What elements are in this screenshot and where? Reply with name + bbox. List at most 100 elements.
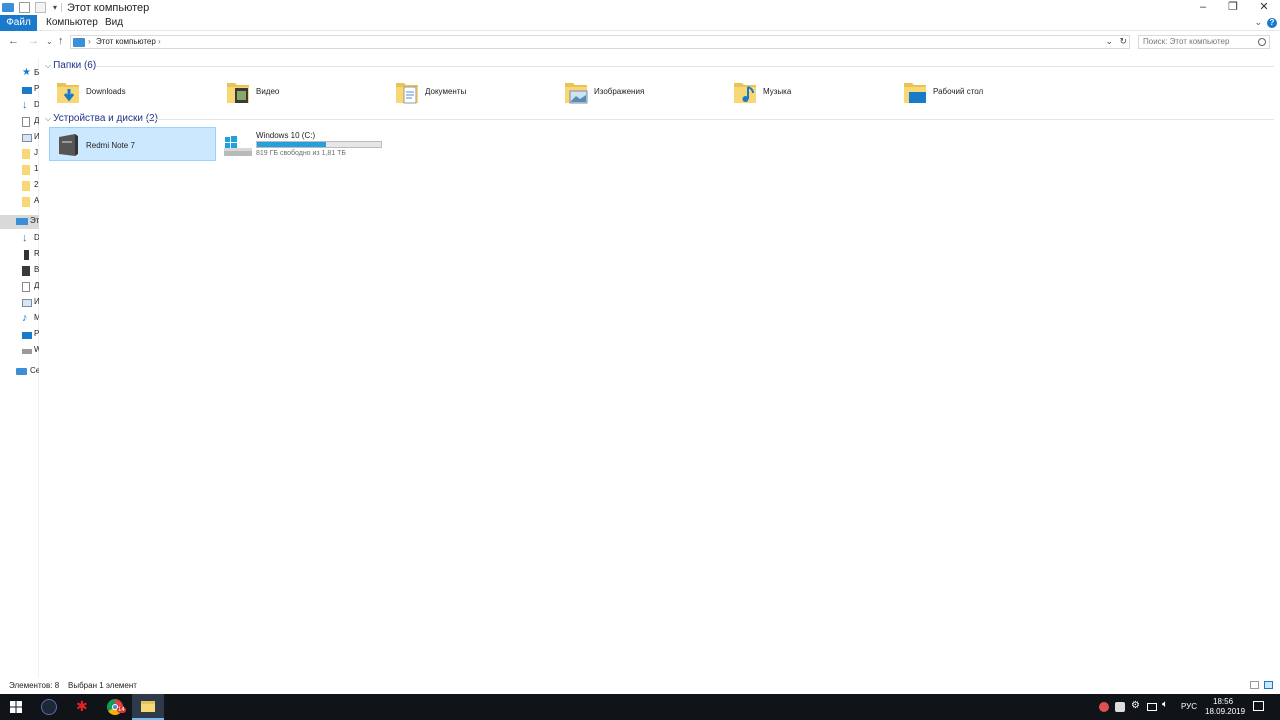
back-arrow-icon[interactable]: ← bbox=[8, 35, 19, 47]
desktop-icon bbox=[22, 87, 32, 94]
divider bbox=[96, 66, 1274, 67]
nav-item-pictures[interactable]: Изображения bbox=[0, 296, 39, 310]
volume-icon[interactable]: 🔈︎ bbox=[1162, 699, 1168, 710]
chevron-down-icon[interactable]: ⌵ bbox=[45, 61, 51, 70]
action-center-icon[interactable] bbox=[1253, 701, 1264, 711]
forward-arrow-icon[interactable]: → bbox=[28, 35, 39, 47]
nav-item-desktop[interactable]: Рабочий стол bbox=[0, 83, 39, 97]
app-red-icon: ✱ bbox=[76, 698, 88, 714]
start-button[interactable] bbox=[0, 694, 32, 720]
nav-item-redmi[interactable]: Redmi Note 7 bbox=[0, 248, 39, 262]
drive-usage-fill bbox=[257, 142, 327, 147]
close-button[interactable]: ✕ bbox=[1249, 0, 1279, 15]
start-icon bbox=[10, 701, 22, 713]
quick-access-toolbar: ▾ bbox=[2, 1, 57, 14]
tray-shield-icon[interactable] bbox=[1115, 702, 1125, 712]
nav-item-downloads[interactable]: ↓ Downloads bbox=[0, 99, 39, 113]
nav-item-documents[interactable]: Документы bbox=[0, 280, 39, 294]
video-folder-icon bbox=[227, 83, 249, 103]
desktop-folder-icon bbox=[904, 83, 926, 103]
tab-view[interactable]: Вид bbox=[105, 15, 123, 31]
image-icon bbox=[22, 134, 32, 142]
nav-item-video[interactable]: Видео bbox=[0, 264, 39, 278]
address-bar[interactable]: › Этот компьютер › ⌄ ↻ bbox=[70, 35, 1130, 49]
nav-item-network[interactable]: Сеть bbox=[0, 365, 39, 379]
pc-icon bbox=[2, 3, 14, 12]
folder-documents[interactable]: Документы bbox=[389, 77, 554, 107]
image-icon bbox=[22, 299, 32, 307]
title-bar: ▾ Этот компьютер – ❐ ✕ bbox=[0, 0, 1280, 15]
document-icon bbox=[22, 282, 30, 292]
group-header-devices[interactable]: ⌵ Устройства и диски (2) bbox=[45, 113, 158, 124]
address-dropdown-icon[interactable]: ⌄ bbox=[1105, 36, 1113, 47]
taskbar-app[interactable]: ✱ bbox=[66, 694, 98, 720]
new-folder-icon[interactable] bbox=[35, 2, 46, 13]
nav-item-desktop[interactable]: Рабочий стол bbox=[0, 328, 39, 342]
expand-ribbon-icon[interactable]: ⌄ bbox=[1254, 17, 1262, 28]
nav-item-downloads[interactable]: ↓ Downloads bbox=[0, 232, 39, 246]
steam-icon bbox=[41, 699, 57, 715]
documents-folder-icon bbox=[396, 83, 418, 104]
star-icon: ★ bbox=[22, 67, 31, 78]
breadcrumb-item[interactable]: Этот компьютер bbox=[96, 36, 156, 48]
taskbar-chrome[interactable]: 14 bbox=[99, 694, 131, 720]
folder-icon bbox=[22, 197, 30, 207]
clock-time[interactable]: 18:56 bbox=[1213, 697, 1233, 706]
help-icon[interactable]: ? bbox=[1267, 18, 1277, 28]
group-header-folders[interactable]: ⌵ Папки (6) bbox=[45, 60, 96, 71]
folder-desktop[interactable]: Рабочий стол bbox=[897, 77, 1062, 107]
drive-usage-bar bbox=[256, 141, 382, 148]
nav-item-documents[interactable]: Документы bbox=[0, 115, 39, 129]
phone-device-icon bbox=[59, 134, 78, 156]
folder-downloads[interactable]: Downloads bbox=[50, 77, 215, 107]
network-icon[interactable] bbox=[1147, 703, 1157, 711]
tab-computer[interactable]: Компьютер bbox=[46, 15, 98, 31]
tray-app-icon[interactable] bbox=[1099, 702, 1109, 712]
nav-item-pictures[interactable]: Изображения bbox=[0, 131, 39, 145]
chevron-down-icon[interactable]: ⌵ bbox=[45, 114, 51, 123]
breadcrumb-separator[interactable]: › bbox=[88, 36, 91, 48]
properties-icon[interactable] bbox=[19, 2, 30, 13]
drive-icon bbox=[22, 349, 32, 354]
downloads-folder-icon bbox=[57, 83, 79, 103]
window-title: Этот компьютер bbox=[67, 2, 150, 14]
nav-item-folder[interactable]: J bbox=[0, 147, 39, 161]
taskbar: ✱ 14 ⚙ 🔈︎ РУС 18:56 18.09.2019 bbox=[0, 694, 1280, 720]
breadcrumb-separator[interactable]: › bbox=[158, 36, 161, 48]
divider bbox=[146, 119, 1274, 120]
restore-button[interactable]: ❐ bbox=[1218, 0, 1248, 15]
recent-locations-chevron-icon[interactable]: ⌄ bbox=[46, 37, 53, 46]
phone-icon bbox=[24, 250, 29, 260]
folder-music[interactable]: Музыка bbox=[727, 77, 892, 107]
nav-item-this-pc[interactable]: Этот компьютер bbox=[0, 215, 39, 229]
chevron-down-icon[interactable]: ▾ bbox=[53, 3, 57, 12]
network-icon bbox=[16, 368, 27, 375]
folder-pictures[interactable]: Изображения bbox=[558, 77, 723, 107]
language-indicator[interactable]: РУС bbox=[1181, 702, 1197, 711]
taskbar-file-explorer[interactable] bbox=[132, 694, 164, 720]
status-bar: Элементов: 8 Выбран 1 элемент bbox=[0, 678, 1280, 693]
minimize-button[interactable]: – bbox=[1188, 0, 1218, 15]
tab-file[interactable]: Файл bbox=[0, 15, 37, 31]
tray-steam-icon[interactable]: ⚙ bbox=[1131, 700, 1140, 711]
folder-video[interactable]: Видео bbox=[220, 77, 385, 107]
folder-icon bbox=[22, 149, 30, 159]
large-icons-view-icon[interactable] bbox=[1264, 681, 1273, 689]
nav-item-folder[interactable]: 1 bbox=[0, 163, 39, 177]
nav-item-music[interactable]: ♪ Музыка bbox=[0, 312, 39, 326]
nav-item-folder[interactable]: A bbox=[0, 195, 39, 209]
nav-item-quick-access[interactable]: ★ Быстрый доступ bbox=[0, 67, 39, 81]
nav-item-drive-c[interactable]: Windows 10 (C:) bbox=[0, 344, 39, 358]
clock-date[interactable]: 18.09.2019 bbox=[1205, 707, 1245, 716]
search-input[interactable]: Поиск: Этот компьютер bbox=[1138, 35, 1270, 49]
up-arrow-icon[interactable]: ↑ bbox=[58, 35, 64, 47]
refresh-icon[interactable]: ↻ bbox=[1119, 36, 1127, 47]
ribbon-tabs: Файл Компьютер Вид ⌄ ? bbox=[0, 15, 1280, 31]
music-folder-icon bbox=[734, 83, 756, 103]
taskbar-steam[interactable] bbox=[33, 694, 65, 720]
desktop-icon bbox=[22, 332, 32, 339]
device-redmi-note-7[interactable]: Redmi Note 7 bbox=[49, 127, 216, 161]
search-icon[interactable] bbox=[1258, 38, 1266, 46]
details-view-icon[interactable] bbox=[1250, 681, 1259, 689]
nav-item-folder[interactable]: 2 bbox=[0, 179, 39, 193]
